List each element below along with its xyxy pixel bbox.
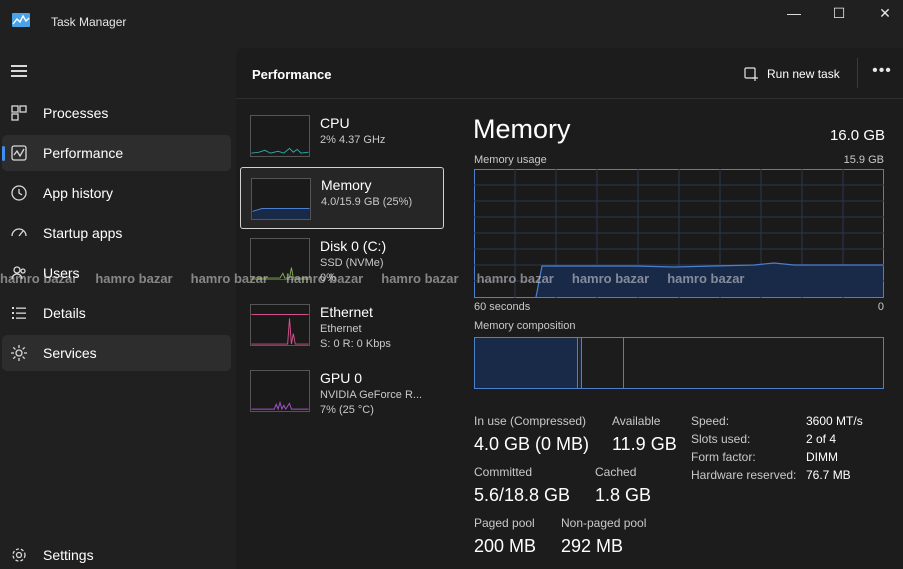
device-stat: 7% (25 °C) xyxy=(320,404,374,416)
settings-gear-icon xyxy=(12,548,26,562)
non-paged-pool-value: 292 MB xyxy=(561,536,624,556)
close-button[interactable]: ✕ xyxy=(862,0,903,26)
ethernet-thumbnail-graph xyxy=(250,304,310,346)
sidebar-item-label: Services xyxy=(43,345,97,361)
device-stat: S: 0 R: 0 Kbps xyxy=(320,338,391,350)
sidebar: Processes Performance App history Startu… xyxy=(0,48,236,569)
cached-label: Cached xyxy=(595,465,637,479)
memory-thumbnail-graph xyxy=(251,178,311,220)
device-stat: Ethernet xyxy=(320,323,362,335)
sidebar-item-details[interactable]: Details xyxy=(2,295,231,331)
page-title: Performance xyxy=(252,67,332,82)
disk-thumbnail-graph xyxy=(250,238,310,280)
memory-total: 16.0 GB xyxy=(829,127,885,144)
details-icon xyxy=(12,307,26,319)
non-paged-pool-label: Non-paged pool xyxy=(561,516,647,530)
graph-time-end: 0 xyxy=(877,301,884,313)
run-task-label: Run new task xyxy=(767,67,840,81)
available-label: Available xyxy=(612,414,661,428)
memory-composition-bar xyxy=(474,337,884,389)
sidebar-item-label: Details xyxy=(43,305,86,321)
sidebar-item-performance[interactable]: Performance xyxy=(2,135,231,171)
spec-label: Slots used: xyxy=(691,432,751,446)
cpu-thumbnail-graph xyxy=(250,115,310,157)
spec-value: DIMM xyxy=(806,450,838,464)
device-item-gpu[interactable]: GPU 0 NVIDIA GeForce R... 7% (25 °C) xyxy=(240,366,444,428)
sidebar-item-label: Startup apps xyxy=(43,225,123,241)
committed-value: 5.6/18.8 GB xyxy=(474,485,571,505)
device-stat: 0% xyxy=(320,272,336,284)
sidebar-item-label: Performance xyxy=(43,145,124,161)
hamburger-menu-icon[interactable] xyxy=(11,65,27,77)
device-name: CPU xyxy=(320,115,350,131)
sidebar-item-users[interactable]: Users xyxy=(2,255,231,291)
spec-label: Form factor: xyxy=(691,450,756,464)
available-value: 11.9 GB xyxy=(612,434,677,454)
spec-label: Speed: xyxy=(691,414,730,428)
sidebar-item-app-history[interactable]: App history xyxy=(2,175,231,211)
main-panel: Performance Run new task ••• CPU 2% 4.37… xyxy=(236,48,903,569)
graph-time-span: 60 seconds xyxy=(474,301,531,313)
cached-value: 1.8 GB xyxy=(595,485,652,505)
sidebar-item-label: Settings xyxy=(43,547,94,563)
startup-apps-icon xyxy=(11,228,27,237)
performance-icon xyxy=(11,145,27,161)
header-divider xyxy=(857,58,858,88)
committed-label: Committed xyxy=(474,465,533,479)
title-bar: Task Manager — ☐ ✕ xyxy=(0,0,903,48)
users-icon xyxy=(11,266,26,280)
run-task-icon xyxy=(744,66,758,81)
app-history-icon xyxy=(11,185,27,201)
minimize-button[interactable]: — xyxy=(771,0,817,26)
sidebar-item-label: App history xyxy=(43,185,114,201)
sidebar-item-label: Users xyxy=(43,265,80,281)
sidebar-item-processes[interactable]: Processes xyxy=(2,95,231,131)
more-options-button[interactable]: ••• xyxy=(872,63,892,84)
detail-title: Memory xyxy=(473,114,571,144)
sidebar-item-label: Processes xyxy=(43,105,109,121)
device-name: GPU 0 xyxy=(320,370,363,386)
paged-pool-label: Paged pool xyxy=(474,516,535,530)
spec-value: 2 of 4 xyxy=(806,432,837,446)
device-item-memory[interactable]: Memory 4.0/15.9 GB (25%) xyxy=(240,167,444,229)
in-use-label: In use (Compressed) xyxy=(474,414,587,428)
spec-value: 76.7 MB xyxy=(806,468,851,482)
processes-icon xyxy=(11,105,27,121)
device-stat: 4.0/15.9 GB (25%) xyxy=(321,196,413,208)
device-stat: 2% 4.37 GHz xyxy=(320,134,386,146)
task-manager-icon xyxy=(12,13,30,27)
paged-pool-value: 200 MB xyxy=(474,536,537,556)
in-use-value: 4.0 GB (0 MB) xyxy=(474,434,590,454)
device-stat: SSD (NVMe) xyxy=(320,257,384,269)
sidebar-item-settings[interactable]: Settings xyxy=(2,537,231,569)
memory-usage-label: Memory usage xyxy=(474,154,547,166)
main-header: Performance Run new task ••• xyxy=(236,48,903,99)
device-name: Disk 0 (C:) xyxy=(320,238,387,254)
spec-label: Hardware reserved: xyxy=(691,468,797,482)
active-indicator xyxy=(2,146,5,161)
device-item-ethernet[interactable]: Ethernet Ethernet S: 0 R: 0 Kbps xyxy=(240,300,444,362)
memory-usage-graph xyxy=(474,169,884,298)
spec-value: 3600 MT/s xyxy=(806,414,863,428)
sidebar-item-services[interactable]: Services xyxy=(2,335,231,371)
composition-standby xyxy=(582,338,624,388)
services-icon xyxy=(11,345,27,361)
gpu-thumbnail-graph xyxy=(250,370,310,412)
device-name: Ethernet xyxy=(320,304,373,320)
sidebar-item-startup-apps[interactable]: Startup apps xyxy=(2,215,231,251)
device-item-disk[interactable]: Disk 0 (C:) SSD (NVMe) 0% xyxy=(240,234,444,296)
device-name: Memory xyxy=(321,177,372,193)
device-stat: NVIDIA GeForce R... xyxy=(320,389,423,401)
window-title: Task Manager xyxy=(51,15,127,29)
memory-composition-label: Memory composition xyxy=(474,320,576,332)
maximize-button[interactable]: ☐ xyxy=(816,0,862,26)
device-item-cpu[interactable]: CPU 2% 4.37 GHz xyxy=(240,111,444,173)
run-new-task-button[interactable]: Run new task xyxy=(744,63,840,85)
composition-in-use xyxy=(475,338,578,388)
memory-usage-max: 15.9 GB xyxy=(843,154,884,166)
